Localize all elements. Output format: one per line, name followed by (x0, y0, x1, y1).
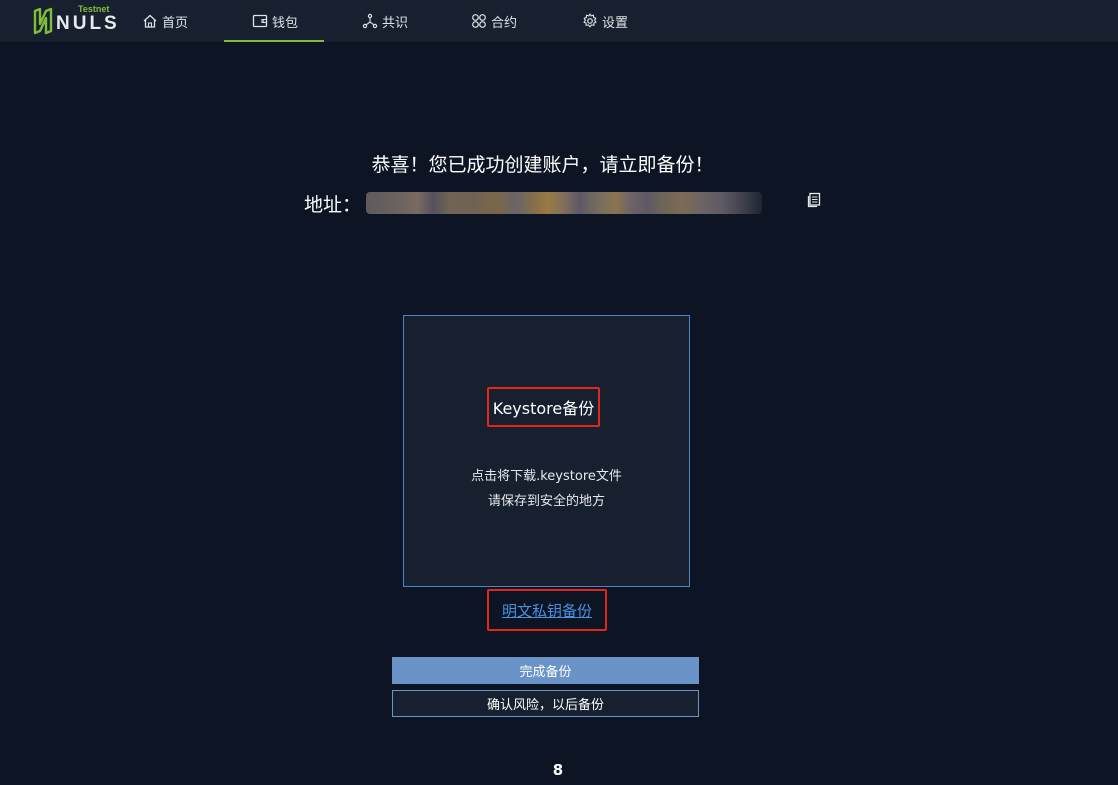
wallet-icon (252, 14, 268, 28)
nuls-logo[interactable]: NULS Testnet (33, 4, 117, 37)
top-navbar: NULS Testnet 首页 钱包 共识 合约 设置 (0, 0, 1118, 43)
nav-label-settings: 设置 (602, 15, 629, 31)
nav-item-home[interactable]: 首页 (142, 0, 188, 42)
page-number: 8 (552, 761, 564, 779)
nav-item-settings[interactable]: 设置 (582, 0, 628, 42)
keystore-card-desc-2: 请保存到安全的地方 (487, 494, 605, 509)
nav-label-home: 首页 (162, 15, 189, 31)
address-label: 地址： (304, 194, 362, 216)
keystore-title-highlight: Keystore备份 (487, 387, 600, 427)
address-value-redacted (366, 192, 762, 214)
logo-env-label: Testnet (78, 4, 110, 14)
plain-backup-highlight: 明文私钥备份 (487, 589, 607, 631)
keystore-backup-card[interactable]: Keystore备份 点击将下载.keystore文件 请保存到安全的地方 (403, 315, 690, 587)
nav-item-contract[interactable]: 合约 (471, 0, 517, 42)
complete-backup-button[interactable]: 完成备份 (392, 657, 699, 684)
nav-item-consensus[interactable]: 共识 (362, 0, 408, 42)
gear-icon (583, 13, 597, 28)
logo-text: NULS (56, 13, 120, 34)
nav-label-contract: 合约 (491, 15, 518, 31)
consensus-icon (362, 13, 378, 29)
page-title: 恭喜！您已成功创建账户，请立即备份！ (371, 154, 714, 176)
contract-icon (472, 14, 486, 28)
plain-private-key-backup-link[interactable]: 明文私钥备份 (502, 600, 592, 621)
keystore-card-desc-1: 点击将下载.keystore文件 (471, 469, 622, 484)
home-icon (143, 14, 157, 28)
nav-label-consensus: 共识 (382, 15, 409, 31)
nav-label-wallet: 钱包 (272, 15, 299, 31)
copy-icon[interactable] (806, 192, 822, 212)
nav-item-wallet[interactable]: 钱包 (223, 0, 325, 42)
keystore-card-title: Keystore备份 (492, 399, 595, 418)
backup-later-button[interactable]: 确认风险，以后备份 (392, 690, 699, 717)
nuls-logo-mark-icon (33, 7, 53, 35)
